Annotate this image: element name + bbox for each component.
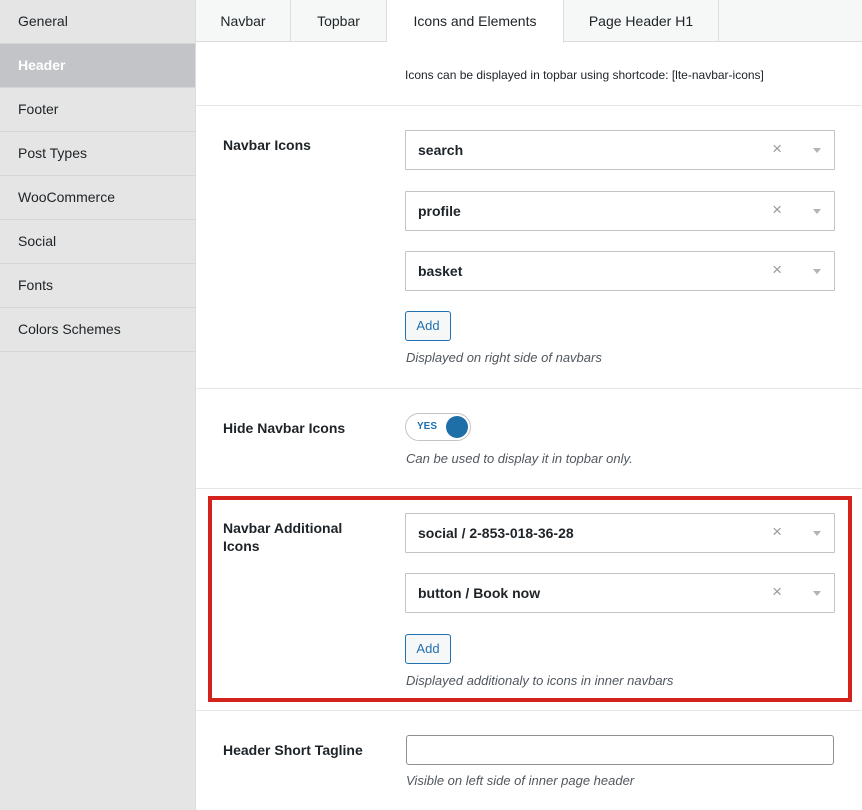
header-short-tagline-input[interactable] — [406, 735, 834, 765]
select-value: button / Book now — [418, 585, 541, 601]
navbar-icon-select[interactable]: profile × — [405, 191, 835, 231]
sidebar-item-woocommerce[interactable]: WooCommerce — [0, 176, 195, 220]
chevron-down-icon[interactable] — [813, 591, 821, 596]
sidebar-item-fonts[interactable]: Fonts — [0, 264, 195, 308]
chevron-down-icon[interactable] — [813, 148, 821, 153]
tab-icons-and-elements[interactable]: Icons and Elements — [387, 0, 564, 43]
sidebar-item-general[interactable]: General — [0, 0, 195, 44]
section-divider — [196, 388, 862, 389]
sidebar-item-colors-schemes[interactable]: Colors Schemes — [0, 308, 195, 352]
navbar-icon-select[interactable]: search × — [405, 130, 835, 170]
header-short-tagline-label: Header Short Tagline — [223, 742, 363, 758]
tab-bar: Navbar Topbar Icons and Elements Page He… — [196, 0, 862, 43]
section-divider — [196, 710, 862, 711]
clear-icon[interactable]: × — [772, 252, 782, 288]
hide-navbar-icons-toggle[interactable]: YES — [405, 413, 471, 441]
add-additional-icon-button[interactable]: Add — [405, 634, 451, 664]
select-value: social / 2-853-018-36-28 — [418, 525, 574, 541]
tab-page-header-h1[interactable]: Page Header H1 — [564, 0, 719, 42]
navbar-icon-select[interactable]: basket × — [405, 251, 835, 291]
chevron-down-icon[interactable] — [813, 269, 821, 274]
toggle-state-label: YES — [417, 421, 438, 432]
settings-panel: Navbar Topbar Icons and Elements Page He… — [196, 0, 862, 810]
hide-navbar-icons-help: Can be used to display it in topbar only… — [406, 451, 633, 466]
navbar-additional-icons-help: Displayed additionaly to icons in inner … — [406, 673, 674, 688]
tab-navbar[interactable]: Navbar — [196, 0, 291, 42]
clear-icon[interactable]: × — [772, 574, 782, 610]
select-value: basket — [418, 263, 463, 279]
add-navbar-icon-button[interactable]: Add — [405, 311, 451, 341]
tab-topbar[interactable]: Topbar — [291, 0, 387, 42]
additional-icon-select[interactable]: button / Book now × — [405, 573, 835, 613]
navbar-icons-help: Displayed on right side of navbars — [406, 350, 602, 365]
sidebar-item-social[interactable]: Social — [0, 220, 195, 264]
clear-icon[interactable]: × — [772, 514, 782, 550]
header-short-tagline-help: Visible on left side of inner page heade… — [406, 773, 635, 788]
sidebar-item-header[interactable]: Header — [0, 44, 195, 88]
navbar-icons-label: Navbar Icons — [223, 137, 311, 153]
select-value: profile — [418, 203, 461, 219]
clear-icon[interactable]: × — [772, 192, 782, 228]
sidebar-item-footer[interactable]: Footer — [0, 88, 195, 132]
additional-icon-select[interactable]: social / 2-853-018-36-28 × — [405, 513, 835, 553]
select-value: search — [418, 142, 464, 158]
section-divider — [196, 105, 862, 106]
navbar-additional-icons-label: Navbar Additional Icons — [223, 520, 343, 554]
hide-navbar-icons-label: Hide Navbar Icons — [223, 420, 346, 436]
sidebar-item-post-types[interactable]: Post Types — [0, 132, 195, 176]
settings-sidebar: General Header Footer Post Types WooComm… — [0, 0, 196, 810]
chevron-down-icon[interactable] — [813, 531, 821, 536]
section-divider — [196, 488, 862, 489]
clear-icon[interactable]: × — [772, 131, 782, 167]
shortcode-notice: Icons can be displayed in topbar using s… — [405, 68, 764, 82]
toggle-knob — [446, 416, 468, 438]
chevron-down-icon[interactable] — [813, 209, 821, 214]
